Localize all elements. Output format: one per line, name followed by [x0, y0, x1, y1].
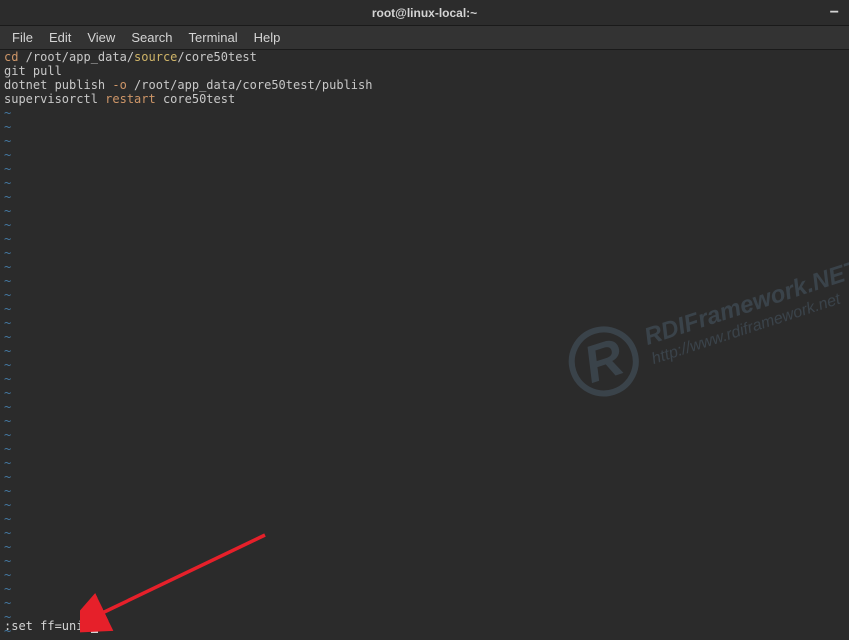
cursor — [91, 620, 98, 633]
vim-empty-line: ~ — [4, 568, 845, 582]
vim-empty-line: ~ — [4, 316, 845, 330]
file-line-4: supervisorctl restart core50test — [4, 92, 845, 106]
vim-empty-line: ~ — [4, 260, 845, 274]
menu-help[interactable]: Help — [246, 28, 289, 47]
vim-empty-line: ~ — [4, 218, 845, 232]
vim-empty-line: ~ — [4, 274, 845, 288]
vim-empty-line: ~ — [4, 204, 845, 218]
vim-empty-line: ~ — [4, 442, 845, 456]
vim-empty-line: ~ — [4, 470, 845, 484]
vim-empty-line: ~ — [4, 302, 845, 316]
vim-empty-line: ~ — [4, 232, 845, 246]
vim-empty-line: ~ — [4, 456, 845, 470]
vim-command-text: :set ff=unix — [4, 619, 91, 633]
terminal-area[interactable]: cd /root/app_data/source/core50test git … — [0, 50, 849, 638]
vim-empty-line: ~ — [4, 344, 845, 358]
vim-empty-line: ~ — [4, 414, 845, 428]
window-title: root@linux-local:~ — [372, 6, 477, 20]
menu-edit[interactable]: Edit — [41, 28, 79, 47]
file-line-2: git pull — [4, 64, 845, 78]
vim-empty-line: ~ — [4, 610, 845, 624]
file-line-1: cd /root/app_data/source/core50test — [4, 50, 845, 64]
vim-empty-line: ~ — [4, 190, 845, 204]
titlebar: root@linux-local:~ − — [0, 0, 849, 26]
menu-terminal[interactable]: Terminal — [181, 28, 246, 47]
menu-file[interactable]: File — [4, 28, 41, 47]
minimize-button[interactable]: − — [830, 8, 839, 18]
file-line-3: dotnet publish -o /root/app_data/core50t… — [4, 78, 845, 92]
menu-search[interactable]: Search — [123, 28, 180, 47]
menu-view[interactable]: View — [79, 28, 123, 47]
vim-empty-line: ~ — [4, 498, 845, 512]
vim-empty-line: ~ — [4, 386, 845, 400]
vim-empty-line: ~ — [4, 526, 845, 540]
vim-empty-line: ~ — [4, 246, 845, 260]
vim-empty-line: ~ — [4, 358, 845, 372]
vim-empty-line: ~ — [4, 162, 845, 176]
vim-empty-line: ~ — [4, 106, 845, 120]
vim-empty-line: ~ — [4, 582, 845, 596]
vim-empty-line: ~ — [4, 484, 845, 498]
vim-empty-line: ~ — [4, 428, 845, 442]
menubar: File Edit View Search Terminal Help — [0, 26, 849, 50]
vim-empty-line: ~ — [4, 176, 845, 190]
vim-empty-line: ~ — [4, 540, 845, 554]
vim-empty-line: ~ — [4, 330, 845, 344]
vim-empty-line: ~ — [4, 372, 845, 386]
vim-empty-line: ~ — [4, 596, 845, 610]
vim-empty-line: ~ — [4, 512, 845, 526]
vim-empty-line: ~ — [4, 288, 845, 302]
vim-empty-line: ~ — [4, 134, 845, 148]
vim-empty-line: ~ — [4, 120, 845, 134]
vim-command-line[interactable]: :set ff=unix — [4, 619, 98, 633]
vim-empty-line: ~ — [4, 148, 845, 162]
vim-empty-line: ~ — [4, 400, 845, 414]
vim-empty-line: ~ — [4, 554, 845, 568]
